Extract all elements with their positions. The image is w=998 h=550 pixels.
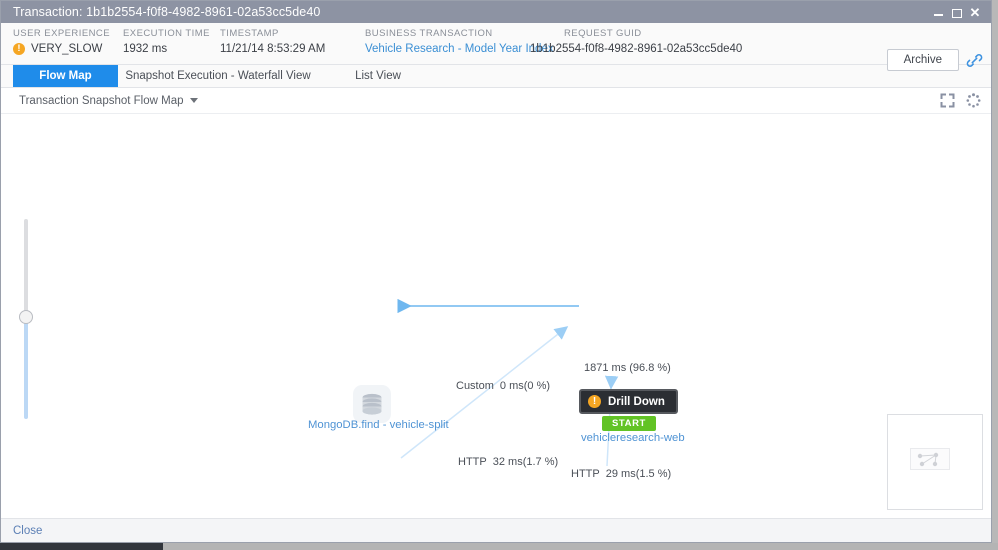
meta-request-guid-value: 1b1b2554-f0f8-4982-8961-02a53cc5de40	[530, 43, 743, 55]
edge-metric: 32 ms(1.7 %)	[492, 456, 559, 468]
flow-map-title: Transaction Snapshot Flow Map	[19, 94, 184, 107]
loading-spinner-icon[interactable]	[966, 93, 981, 108]
archive-button[interactable]: Archive	[886, 49, 959, 71]
edge-label-to-editorial-solr: HTTP 29 ms(1.5 %)	[571, 468, 671, 480]
status-badge: VERY_SLOW	[31, 43, 103, 55]
node-label-vehicleresearch-web[interactable]: vehicleresearch-web	[581, 432, 685, 444]
drill-down-tooltip[interactable]: ! Drill Down	[579, 389, 678, 414]
view-tabs: Flow Map Snapshot Execution - Waterfall …	[1, 65, 991, 88]
meta-user-experience-value: ! VERY_SLOW	[13, 43, 118, 55]
business-transaction-link[interactable]: Vehicle Research - Model Year Index	[365, 43, 554, 55]
edge-metric: 29 ms(1.5 %)	[605, 468, 672, 480]
meta-timestamp: TIMESTAMP 11/21/14 8:53:29 AM	[215, 28, 365, 55]
edge-metric: 0 ms(0 %)	[499, 380, 551, 392]
start-badge: START	[602, 416, 656, 431]
edge-label-self-time: 1871 ms (96.8 %)	[584, 362, 671, 374]
warning-icon: !	[13, 43, 25, 55]
close-button[interactable]: Close	[13, 525, 42, 537]
chevron-down-icon	[189, 98, 198, 103]
window-footer: Close	[1, 518, 991, 542]
drill-down-label: Drill Down	[608, 395, 665, 408]
zoom-slider-track-lower	[24, 317, 28, 419]
flow-map-toolbar: Transaction Snapshot Flow Map	[1, 88, 991, 114]
zoom-slider-track-upper	[24, 219, 28, 317]
edge-label-to-mobile-rest-web: HTTP 32 ms(1.7 %)	[458, 456, 558, 468]
header-actions: Archive	[886, 49, 983, 71]
window-title: Transaction: 1b1b2554-f0f8-4982-8961-02a…	[13, 5, 321, 19]
meta-user-experience: USER EXPERIENCE ! VERY_SLOW	[13, 28, 118, 55]
meta-request-guid: REQUEST GUID 1b1b2554-f0f8-4982-8961-02a…	[530, 28, 780, 55]
tab-list-view[interactable]: List View	[318, 65, 438, 87]
chain-link-icon[interactable]	[966, 52, 983, 69]
window-controls: ✕	[933, 6, 985, 19]
meta-execution-time-value: 1932 ms	[123, 43, 168, 55]
meta-timestamp-value: 11/21/14 8:53:29 AM	[220, 43, 326, 55]
flow-map-canvas[interactable]: MongoDB.find - vehicle-split Java mobile…	[1, 114, 991, 518]
transaction-meta-header: USER EXPERIENCE ! VERY_SLOW EXECUTION TI…	[1, 23, 991, 71]
os-taskbar	[0, 543, 998, 550]
edge-protocol: Custom	[456, 380, 494, 392]
edge-label-to-mongodb: Custom 0 ms(0 %)	[456, 380, 550, 392]
minimize-icon[interactable]	[933, 7, 944, 18]
zoom-slider[interactable]	[18, 219, 34, 419]
maximize-icon[interactable]	[951, 7, 962, 18]
meta-timestamp-label: TIMESTAMP	[220, 28, 279, 39]
minimap-viewport[interactable]	[910, 448, 950, 470]
tab-flow-map[interactable]: Flow Map	[13, 65, 118, 87]
flow-map-title-dropdown[interactable]: Transaction Snapshot Flow Map	[19, 95, 198, 107]
tab-waterfall-view[interactable]: Snapshot Execution - Waterfall View	[118, 65, 318, 87]
node-label-mongodb[interactable]: MongoDB.find - vehicle-split	[308, 419, 449, 431]
meta-request-guid-label: REQUEST GUID	[564, 28, 642, 39]
meta-business-transaction-label: BUSINESS TRANSACTION	[365, 28, 493, 39]
window-titlebar: Transaction: 1b1b2554-f0f8-4982-8961-02a…	[1, 1, 991, 23]
meta-user-experience-label: USER EXPERIENCE	[13, 28, 111, 39]
edge-protocol: HTTP	[571, 468, 600, 480]
zoom-slider-handle[interactable]	[19, 310, 33, 324]
transaction-snapshot-window: Transaction: 1b1b2554-f0f8-4982-8961-02a…	[0, 0, 992, 543]
warning-icon: !	[588, 395, 601, 408]
minimap[interactable]	[887, 414, 983, 510]
close-icon[interactable]: ✕	[969, 6, 981, 19]
os-taskbar-active-item[interactable]	[0, 543, 163, 550]
edge-protocol: HTTP	[458, 456, 487, 468]
meta-execution-time: EXECUTION TIME 1932 ms	[118, 28, 215, 55]
meta-execution-time-label: EXECUTION TIME	[123, 28, 210, 39]
fullscreen-icon[interactable]	[940, 93, 955, 108]
meta-business-transaction: BUSINESS TRANSACTION Vehicle Research - …	[365, 28, 554, 55]
